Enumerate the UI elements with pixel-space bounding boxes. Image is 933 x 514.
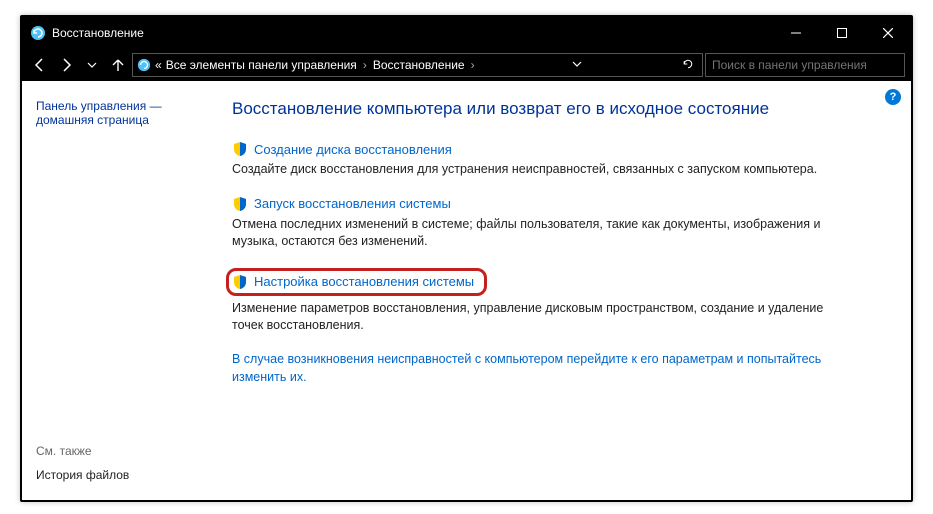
address-dropdown-button[interactable] [568,58,586,72]
recovery-icon [137,58,151,72]
recovery-option-highlighted: Настройка восстановления системы Изменен… [232,268,881,334]
titlebar: Восстановление [22,17,911,49]
page-heading: Восстановление компьютера или возврат ег… [232,99,881,119]
breadcrumb-segment[interactable]: Восстановление [373,58,465,72]
main-content: Восстановление компьютера или возврат ег… [232,81,911,500]
sidebar: Панель управления — домашняя страница См… [22,81,232,500]
option-description: Изменение параметров восстановления, упр… [232,300,852,334]
recovery-option: Создание диска восстановления Создайте д… [232,141,881,178]
file-history-link[interactable]: История файлов [36,468,129,482]
control-panel-home-link[interactable]: Панель управления — домашняя страница [36,99,162,127]
configure-system-restore-link[interactable]: Настройка восстановления системы [226,268,487,296]
close-button[interactable] [865,17,911,49]
recovery-app-icon [30,25,46,41]
shield-icon [232,274,248,290]
chevron-right-icon[interactable]: › [361,58,369,72]
shield-icon [232,141,248,157]
breadcrumb-overflow[interactable]: « [155,58,162,72]
chevron-right-icon[interactable]: › [469,58,477,72]
address-bar: « Все элементы панели управления › Восст… [22,49,911,81]
create-recovery-drive-link[interactable]: Создание диска восстановления [232,141,881,157]
link-label: Запуск восстановления системы [254,196,451,211]
window-title: Восстановление [52,26,773,40]
address-box[interactable]: « Все элементы панели управления › Восст… [132,53,703,77]
see-also-heading: См. также [36,444,218,458]
search-box[interactable] [705,53,905,77]
recent-dropdown-button[interactable] [80,53,104,77]
option-description: Создайте диск восстановления для устране… [232,161,852,178]
refresh-button[interactable] [678,58,698,73]
shield-icon [232,196,248,212]
breadcrumb-segment[interactable]: Все элементы панели управления [166,58,357,72]
link-label: Создание диска восстановления [254,142,452,157]
up-button[interactable] [106,53,130,77]
maximize-button[interactable] [819,17,865,49]
back-button[interactable] [28,53,52,77]
troubleshoot-pc-link[interactable]: В случае возникновения неисправностей с … [232,351,852,386]
recovery-option: Запуск восстановления системы Отмена пос… [232,196,881,250]
help-button[interactable]: ? [885,89,901,105]
start-system-restore-link[interactable]: Запуск восстановления системы [232,196,881,212]
link-label: Настройка восстановления системы [254,274,474,289]
option-description: Отмена последних изменений в системе; фа… [232,216,852,250]
minimize-button[interactable] [773,17,819,49]
search-input[interactable] [712,58,898,72]
forward-button[interactable] [54,53,78,77]
